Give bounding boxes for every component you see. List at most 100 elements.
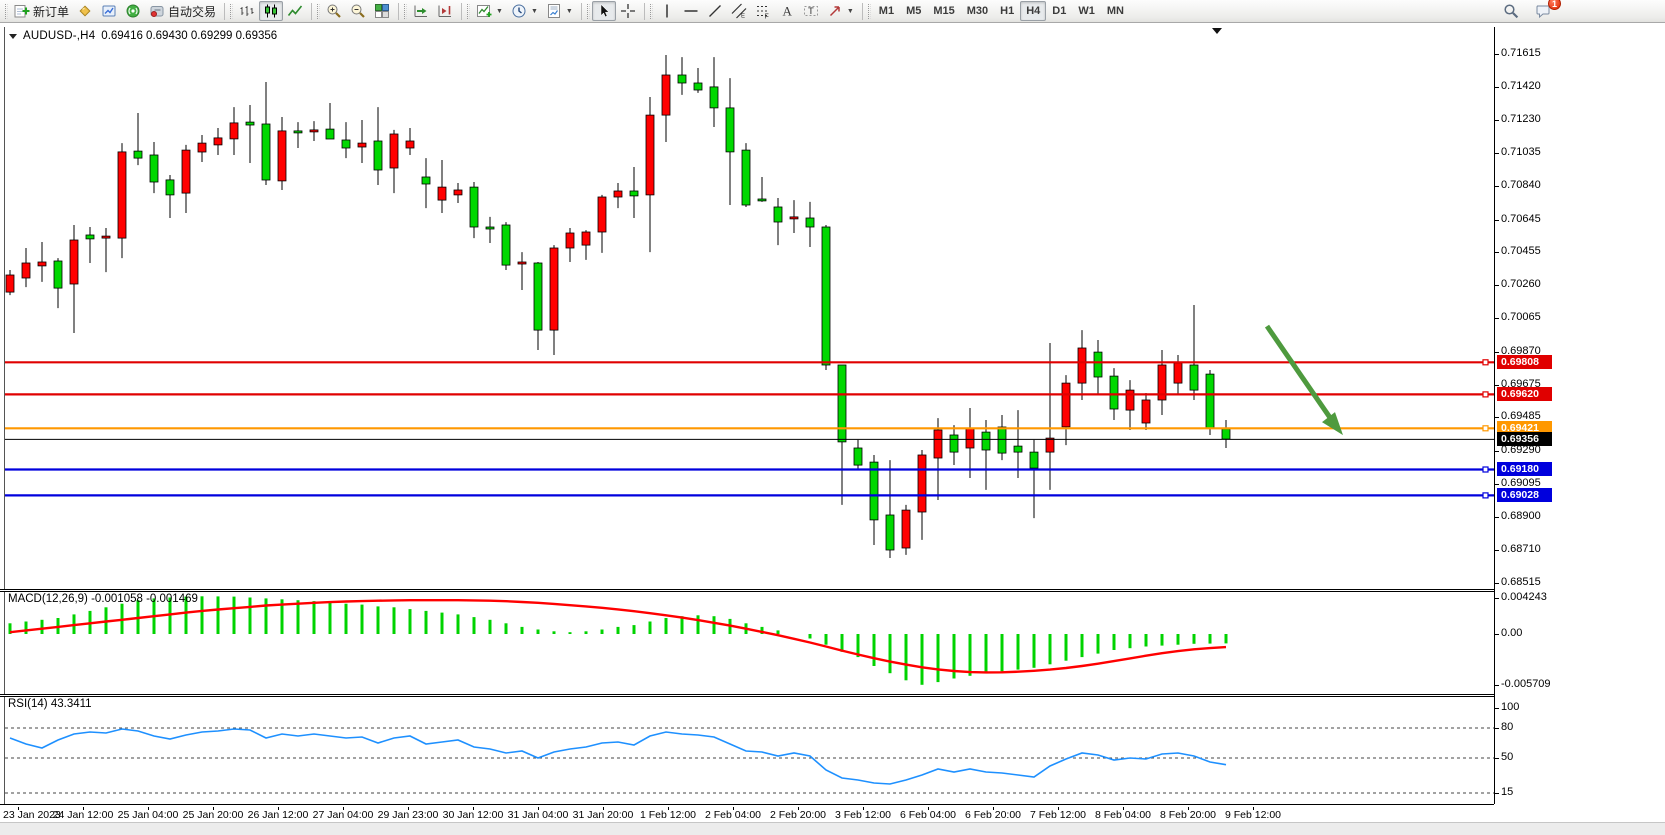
price-level-badge: 0.69028 [1497, 488, 1552, 502]
templates-button[interactable]: ▼ [542, 1, 577, 21]
horizontal-line-button[interactable] [679, 1, 703, 21]
pane-splitter-rsi[interactable] [0, 694, 1494, 697]
price-chart[interactable] [5, 27, 1494, 589]
toolbar-drag-handle[interactable] [230, 4, 233, 19]
axis-tick [1495, 385, 1499, 386]
time-label: 2 Feb 04:00 [705, 809, 761, 821]
time-axis[interactable]: 23 Jan 202324 Jan 12:0025 Jan 04:0025 Ja… [0, 807, 1494, 822]
price-axis[interactable]: 0.716150.714200.712300.710350.708400.706… [1494, 23, 1665, 822]
symbol-ohlc: 0.69416 0.69430 0.69299 0.69356 [101, 30, 277, 42]
fibonacci-button[interactable]: F [751, 1, 775, 21]
toolbar-drag-handle[interactable] [650, 4, 653, 19]
vertical-line-icon [659, 3, 675, 19]
time-label: 29 Jan 23:00 [378, 809, 439, 821]
axis-tick-label: 80 [1501, 721, 1513, 733]
new-order-button-label: 新订单 [33, 3, 69, 20]
timeframe-h4[interactable]: H4 [1020, 1, 1046, 21]
time-label: 30 Jan 12:00 [443, 809, 504, 821]
channel-icon: E [731, 3, 747, 19]
autotrading-button[interactable]: 自动交易 [145, 1, 220, 21]
toolbar-drag-handle[interactable] [5, 4, 8, 19]
time-label: 8 Feb 04:00 [1095, 809, 1151, 821]
timeframe-d1[interactable]: D1 [1046, 1, 1072, 21]
symbol-title: AUDUSD-,H4 [23, 30, 95, 42]
time-label: 3 Feb 12:00 [835, 809, 891, 821]
text-button[interactable]: A [775, 1, 799, 21]
timeframe-m30[interactable]: M30 [961, 1, 994, 21]
axis-tick-label: 0.69095 [1501, 477, 1541, 489]
channel-button[interactable]: E [727, 1, 751, 21]
chart-shift-button[interactable] [433, 1, 457, 21]
signals-button[interactable] [121, 1, 145, 21]
axis-tick-label: 0.70840 [1501, 179, 1541, 191]
axis-tick [1495, 186, 1499, 187]
time-label: 25 Jan 04:00 [118, 809, 179, 821]
label-icon: T [803, 3, 819, 19]
timeframe-mn[interactable]: MN [1101, 1, 1130, 21]
bar-chart-button[interactable] [235, 1, 259, 21]
axis-tick-label: 0.70645 [1501, 213, 1541, 225]
candlestick-chart-button[interactable] [259, 1, 283, 21]
cursor-button[interactable] [592, 1, 616, 21]
auto-scroll-button[interactable] [409, 1, 433, 21]
indicators-button[interactable]: ▼ [472, 1, 507, 21]
zoom-out-icon [350, 3, 366, 19]
axis-tick [1495, 517, 1499, 518]
market-watch-icon [77, 3, 93, 19]
search-button[interactable] [1499, 1, 1523, 21]
rsi-line [10, 729, 1226, 784]
price-level-badge: 0.69808 [1497, 355, 1552, 369]
timeframe-m5[interactable]: M5 [900, 1, 927, 21]
symbol-dropdown-icon[interactable] [9, 34, 17, 39]
toolbar-drag-handle[interactable] [467, 4, 470, 19]
line-chart-button[interactable] [283, 1, 307, 21]
chevron-down-icon: ▼ [531, 8, 538, 15]
axis-tick-label: 50 [1501, 751, 1513, 763]
trendline-button[interactable] [703, 1, 727, 21]
autotrading-button-label: 自动交易 [168, 3, 216, 20]
crosshair-button[interactable] [616, 1, 640, 21]
time-label: 6 Feb 04:00 [900, 809, 956, 821]
time-label: 8 Feb 20:00 [1160, 809, 1216, 821]
arrows-button[interactable]: ▼ [823, 1, 858, 21]
pane-splitter-macd[interactable] [0, 589, 1494, 592]
periods-button[interactable]: ▼ [507, 1, 542, 21]
axis-tick [1495, 54, 1499, 55]
indicators-icon [476, 3, 492, 19]
tile-windows-button[interactable] [370, 1, 394, 21]
time-label: 31 Jan 04:00 [508, 809, 569, 821]
axis-tick-label: 0.70455 [1501, 245, 1541, 257]
chart-menu-marker-icon[interactable] [1212, 28, 1222, 34]
toolbar-drag-handle[interactable] [317, 4, 320, 19]
timeframe-m15[interactable]: M15 [927, 1, 960, 21]
axis-tick [1495, 583, 1499, 584]
new-order-button[interactable]: 新订单 [10, 1, 73, 21]
vertical-line-button[interactable] [655, 1, 679, 21]
notifications-button[interactable]: 1 [1531, 1, 1555, 21]
price-level-badge: 0.69620 [1497, 387, 1552, 401]
toolbar-separator [224, 3, 225, 20]
timeframe-m1[interactable]: M1 [873, 1, 900, 21]
macd-chart[interactable] [5, 592, 1494, 694]
price-axis-line [1494, 27, 1495, 804]
toolbar-drag-handle[interactable] [587, 4, 590, 19]
market-watch-button[interactable] [73, 1, 97, 21]
zoom-in-button[interactable] [322, 1, 346, 21]
label-button[interactable]: T [799, 1, 823, 21]
time-label: 25 Jan 20:00 [183, 809, 244, 821]
rsi-chart[interactable] [5, 697, 1494, 804]
zoom-out-button[interactable] [346, 1, 370, 21]
chevron-down-icon: ▼ [566, 8, 573, 15]
symbol-line: AUDUSD-,H4 0.69416 0.69430 0.69299 0.693… [9, 30, 277, 42]
time-label: 1 Feb 12:00 [640, 809, 696, 821]
toolbar-drag-handle[interactable] [868, 4, 871, 19]
toolbar-drag-handle[interactable] [404, 4, 407, 19]
navigator-button[interactable] [97, 1, 121, 21]
macd-header: MACD(12,26,9) -0.001058 -0.001469 [8, 593, 198, 605]
text-icon: A [779, 3, 795, 19]
timeframe-h1[interactable]: H1 [994, 1, 1020, 21]
axis-tick-label: 100 [1501, 701, 1519, 713]
timeframe-w1[interactable]: W1 [1072, 1, 1101, 21]
chart-shift-icon [437, 3, 453, 19]
candles-layer [6, 55, 1230, 558]
